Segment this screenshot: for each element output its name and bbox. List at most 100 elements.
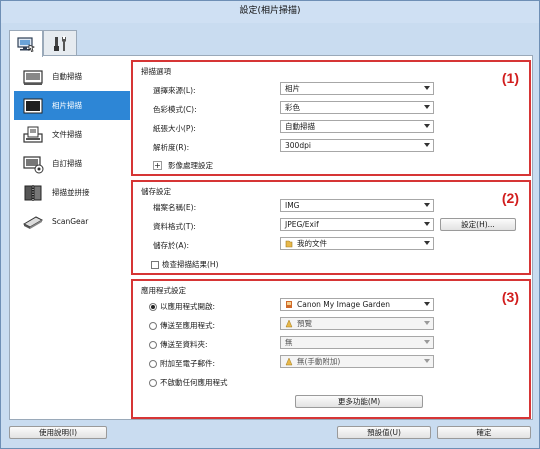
app-icon: [286, 301, 292, 308]
application-settings-title: 應用程式設定: [141, 286, 186, 295]
chevron-down-icon: [424, 222, 430, 226]
save-settings-title: 儲存設定: [141, 187, 171, 196]
main-content: 自動掃描 相片掃描 文件掃描 自訂掃描 掃描並拼接 ScanGear 掃描選項 …: [9, 55, 533, 420]
send-to-folder-select[interactable]: 無: [280, 336, 434, 349]
open-with-app-radio[interactable]: 以應用程式開啟:: [149, 301, 215, 312]
no-app-label: 不啟動任何應用程式: [160, 378, 228, 387]
format-settings-button[interactable]: 設定(H)...: [440, 218, 516, 231]
scan-options-title: 掃描選項: [141, 67, 171, 76]
image-processing-expander[interactable]: + 影像處理設定: [153, 160, 213, 171]
folder-icon: [285, 240, 293, 248]
checkbox-box: [151, 260, 159, 269]
defaults-button[interactable]: 預設值(U): [337, 426, 431, 439]
chevron-down-icon: [424, 241, 430, 245]
source-select[interactable]: 相片: [280, 82, 434, 95]
source-label: 選擇來源(L):: [153, 86, 196, 95]
send-to-folder-label: 傳送至資料夾:: [160, 340, 208, 349]
application-settings-number: (3): [501, 289, 519, 305]
save-in-select[interactable]: 我的文件: [280, 237, 434, 250]
paper-size-select[interactable]: 自動掃描: [280, 120, 434, 133]
scan-stitch-icon: [22, 183, 44, 203]
ok-button[interactable]: 確定: [437, 426, 531, 439]
scan-settings-icon: [17, 37, 35, 52]
color-mode-select[interactable]: 彩色: [280, 101, 434, 114]
image-processing-label: 影像處理設定: [168, 161, 213, 170]
application-settings-panel: 應用程式設定 (3) 以應用程式開啟: Canon My Image Garde…: [131, 279, 531, 419]
sidebar-item-document-scan[interactable]: 文件掃描: [14, 120, 130, 149]
sidebar-item-custom-scan[interactable]: 自訂掃描: [14, 149, 130, 178]
chevron-down-icon: [424, 321, 430, 325]
sidebar-item-auto-scan[interactable]: 自動掃描: [14, 62, 130, 91]
send-to-folder-value: 無: [285, 338, 293, 347]
scan-options-number: (1): [501, 70, 519, 86]
plus-icon: +: [153, 160, 162, 170]
send-to-app-select[interactable]: 預覽: [280, 317, 434, 330]
paper-size-value: 自動掃描: [285, 122, 315, 131]
more-functions-button[interactable]: 更多功能(M): [295, 395, 423, 408]
chevron-down-icon: [424, 86, 430, 90]
tab-scan-settings[interactable]: [9, 30, 43, 57]
source-value: 相片: [285, 84, 300, 93]
sidebar-item-scangear[interactable]: ScanGear: [14, 207, 130, 236]
check-scan-results-checkbox[interactable]: 檢查掃描結果(H): [151, 259, 219, 270]
photo-scan-icon: [22, 96, 44, 116]
no-app-radio[interactable]: 不啟動任何應用程式: [149, 377, 228, 388]
preview-icon: [285, 319, 293, 328]
attach-email-select[interactable]: 無(手動附加): [280, 355, 434, 368]
window-title: 設定(相片掃描): [1, 1, 539, 23]
chevron-down-icon: [424, 105, 430, 109]
paper-size-label: 紙張大小(P):: [153, 124, 196, 133]
chevron-down-icon: [424, 340, 430, 344]
save-in-label: 儲存於(A):: [153, 241, 190, 250]
settings-window: 設定(相片掃描) 自動掃描 相片掃描 文件掃描 自訂掃描 掃描並拼接 ScanG…: [0, 0, 540, 449]
chevron-down-icon: [424, 203, 430, 207]
attach-email-radio[interactable]: 附加至電子郵件:: [149, 358, 215, 369]
open-with-app-select[interactable]: Canon My Image Garden: [280, 298, 434, 311]
sidebar-item-scan-stitch[interactable]: 掃描並拼接: [14, 178, 130, 207]
radio-circle: [149, 302, 157, 311]
scan-options-panel: 掃描選項 (1) 選擇來源(L): 相片 色彩模式(C): 彩色 紙張大小(P)…: [131, 60, 531, 176]
save-settings-panel: 儲存設定 (2) 檔案名稱(E): IMG 資料格式(T): JPEG/Exif…: [131, 180, 531, 275]
sidebar-item-label: 掃描並拼接: [52, 188, 90, 197]
footer-bar: 使用說明(I) 預設值(U) 確定: [1, 420, 539, 448]
data-format-label: 資料格式(T):: [153, 222, 196, 231]
scangear-icon: [22, 212, 44, 232]
document-scan-icon: [22, 125, 44, 145]
resolution-select[interactable]: 300dpi: [280, 139, 434, 152]
sidebar-item-label: ScanGear: [52, 217, 89, 226]
chevron-down-icon: [424, 359, 430, 363]
tools-icon: [54, 35, 66, 51]
email-icon: [285, 357, 293, 366]
radio-circle: [149, 340, 157, 349]
send-to-app-radio[interactable]: 傳送至應用程式:: [149, 320, 215, 331]
sidebar-item-label: 文件掃描: [52, 130, 82, 139]
save-in-value: 我的文件: [297, 239, 327, 248]
radio-circle: [149, 378, 157, 387]
file-name-select[interactable]: IMG: [280, 199, 434, 212]
attach-email-value: 無(手動附加): [297, 357, 341, 366]
tab-tools[interactable]: [43, 30, 77, 56]
chevron-down-icon: [424, 143, 430, 147]
data-format-select[interactable]: JPEG/Exif: [280, 218, 434, 231]
instructions-button[interactable]: 使用說明(I): [9, 426, 107, 439]
data-format-value: JPEG/Exif: [285, 220, 319, 229]
file-name-value: IMG: [285, 201, 300, 210]
resolution-value: 300dpi: [285, 141, 311, 150]
scan-mode-sidebar: 自動掃描 相片掃描 文件掃描 自訂掃描 掃描並拼接 ScanGear: [10, 56, 132, 419]
attach-email-label: 附加至電子郵件:: [160, 359, 216, 368]
send-to-app-label: 傳送至應用程式:: [160, 321, 216, 330]
check-scan-results-label: 檢查掃描結果(H): [162, 260, 219, 269]
sidebar-item-label: 自訂掃描: [52, 159, 82, 168]
auto-scan-icon: [22, 67, 44, 87]
color-mode-value: 彩色: [285, 103, 300, 112]
custom-scan-icon: [22, 154, 44, 174]
send-to-folder-radio[interactable]: 傳送至資料夾:: [149, 339, 208, 350]
open-with-app-value: Canon My Image Garden: [297, 300, 390, 309]
chevron-down-icon: [424, 124, 430, 128]
radio-circle: [149, 359, 157, 368]
sidebar-item-label: 自動掃描: [52, 72, 82, 81]
radio-circle: [149, 321, 157, 330]
sidebar-item-photo-scan[interactable]: 相片掃描: [14, 91, 130, 120]
resolution-label: 解析度(R):: [153, 143, 190, 152]
sidebar-item-label: 相片掃描: [52, 101, 82, 110]
